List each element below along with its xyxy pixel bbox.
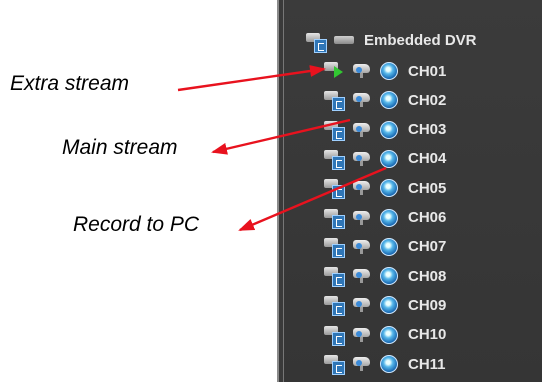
tree-root-embedded-dvr[interactable]: Embedded DVR bbox=[306, 25, 477, 55]
channel-label: CH06 bbox=[408, 209, 447, 226]
extra-stream-icon[interactable] bbox=[324, 177, 346, 200]
extra-stream-icon[interactable] bbox=[324, 60, 346, 82]
record-icon[interactable] bbox=[380, 62, 398, 80]
panel-border bbox=[277, 0, 279, 382]
main-stream-icon[interactable] bbox=[352, 297, 374, 313]
dvr-root-label: Embedded DVR bbox=[364, 31, 477, 49]
record-icon[interactable] bbox=[380, 237, 398, 256]
tree-channel-row[interactable]: CH06 bbox=[306, 203, 446, 233]
tree-channel-row[interactable]: CH01 bbox=[306, 56, 446, 86]
extra-stream-icon[interactable] bbox=[324, 324, 346, 346]
record-icon[interactable] bbox=[380, 325, 398, 344]
channel-label: CH10 bbox=[408, 326, 447, 344]
tree-channel-row[interactable]: CH05 bbox=[306, 173, 446, 203]
label-main-stream: Main stream bbox=[62, 136, 178, 159]
channel-label: CH05 bbox=[408, 179, 447, 197]
main-stream-icon[interactable] bbox=[352, 151, 374, 167]
tree-channel-row[interactable]: CH08 bbox=[306, 261, 446, 291]
extra-stream-icon[interactable] bbox=[324, 294, 346, 317]
main-stream-icon[interactable] bbox=[352, 180, 374, 196]
channel-label: CH07 bbox=[408, 238, 447, 256]
extra-stream-icon[interactable] bbox=[324, 265, 346, 288]
main-stream-icon[interactable] bbox=[352, 268, 374, 284]
record-icon[interactable] bbox=[380, 91, 398, 110]
tree-channel-row[interactable]: CH09 bbox=[306, 290, 446, 320]
record-icon[interactable] bbox=[380, 149, 398, 168]
main-stream-icon[interactable] bbox=[352, 63, 374, 79]
record-icon[interactable] bbox=[380, 296, 398, 315]
channel-label: CH03 bbox=[408, 121, 447, 139]
label-extra-stream: Extra stream bbox=[10, 72, 130, 95]
extra-stream-icon[interactable] bbox=[324, 207, 346, 229]
dvr-stream-icon bbox=[306, 29, 328, 53]
channel-label: CH08 bbox=[408, 267, 447, 285]
extra-stream-icon[interactable] bbox=[324, 148, 346, 170]
record-icon[interactable] bbox=[380, 120, 398, 139]
channel-label: CH02 bbox=[408, 91, 447, 109]
record-icon[interactable] bbox=[380, 208, 398, 227]
record-icon[interactable] bbox=[380, 355, 398, 373]
channel-label: CH01 bbox=[408, 62, 447, 80]
extra-stream-icon[interactable] bbox=[324, 89, 346, 112]
main-stream-icon[interactable] bbox=[352, 356, 374, 372]
tree-channel-row[interactable]: CH04 bbox=[306, 144, 446, 174]
extra-stream-icon[interactable] bbox=[324, 119, 346, 141]
record-icon[interactable] bbox=[380, 179, 398, 198]
label-record-to-pc: Record to PC bbox=[73, 213, 200, 236]
main-stream-icon[interactable] bbox=[352, 210, 374, 226]
extra-stream-icon[interactable] bbox=[324, 353, 346, 375]
dvr-device-icon bbox=[334, 36, 354, 44]
channel-label: CH11 bbox=[408, 355, 446, 373]
main-stream-icon[interactable] bbox=[352, 239, 374, 255]
tree-channel-row[interactable]: CH02 bbox=[306, 85, 446, 115]
tree-channel-row[interactable]: CH11 bbox=[306, 349, 446, 379]
main-stream-icon[interactable] bbox=[352, 327, 374, 343]
tree-channel-row[interactable]: CH10 bbox=[306, 320, 446, 350]
channel-label: CH09 bbox=[408, 296, 447, 314]
main-stream-icon[interactable] bbox=[352, 92, 374, 108]
record-icon[interactable] bbox=[380, 267, 398, 286]
tree-channel-row[interactable]: CH03 bbox=[306, 115, 446, 145]
tree-channel-row[interactable]: CH07 bbox=[306, 232, 446, 262]
channel-label: CH04 bbox=[408, 150, 447, 168]
extra-stream-icon[interactable] bbox=[324, 236, 346, 258]
main-stream-icon[interactable] bbox=[352, 122, 374, 138]
